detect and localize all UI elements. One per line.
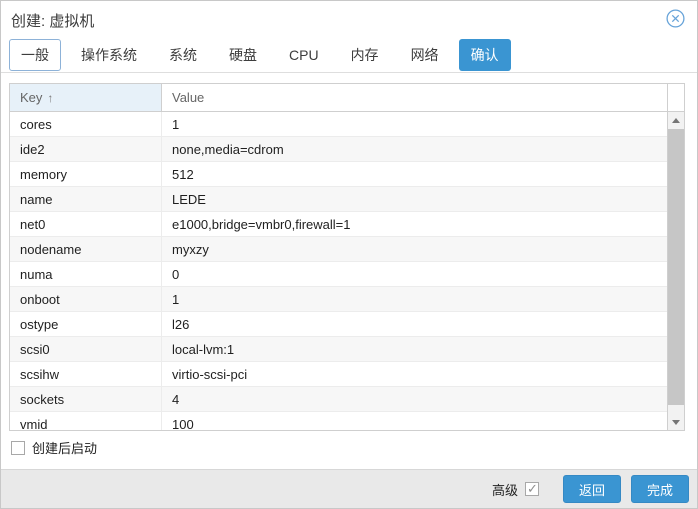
table-row[interactable]: cores 1 <box>10 112 667 137</box>
row-key-cell: net0 <box>10 212 162 236</box>
header-scrollbar-spacer <box>667 84 684 111</box>
row-key-cell: onboot <box>10 287 162 311</box>
dialog-titlebar: 创建: 虚拟机 <box>1 1 697 37</box>
table-row[interactable]: sockets 4 <box>10 387 667 412</box>
table-row[interactable]: vmid 100 <box>10 412 667 430</box>
row-key-cell: vmid <box>10 412 162 430</box>
row-key-cell: memory <box>10 162 162 186</box>
table-row[interactable]: net0 e1000,bridge=vmbr0,firewall=1 <box>10 212 667 237</box>
start-after-created-label: 创建后启动 <box>32 441 98 456</box>
tab-system[interactable]: 系统 <box>157 39 209 71</box>
summary-table: Key ↑ Value cores 1 ide2 none,media=cdrom me… <box>9 83 685 431</box>
scroll-down-button[interactable] <box>668 414 684 430</box>
advanced-option[interactable]: 高级 <box>492 480 539 499</box>
start-after-created-option[interactable]: 创建后启动 <box>11 438 97 457</box>
sort-asc-icon: ↑ <box>47 90 54 105</box>
close-icon <box>666 9 685 28</box>
value-column-header[interactable]: Value <box>162 84 667 111</box>
value-column-label: Value <box>172 90 205 105</box>
table-row[interactable]: ostype l26 <box>10 312 667 337</box>
table-row[interactable]: nodename myxzy <box>10 237 667 262</box>
row-value-cell: LEDE <box>172 191 206 207</box>
row-value-cell: myxzy <box>172 241 209 257</box>
row-key-cell: ide2 <box>10 137 162 161</box>
table-row[interactable]: onboot 1 <box>10 287 667 312</box>
row-value-cell: 1 <box>172 291 180 307</box>
table-row[interactable]: scsihw virtio-scsi-pci <box>10 362 667 387</box>
row-value-cell: local-lvm:1 <box>172 341 235 357</box>
row-key-cell: cores <box>10 112 162 136</box>
tab-bar: 一般 操作系统 系统 硬盘 CPU 内存 网络 确认 <box>9 39 519 71</box>
finish-button[interactable]: 完成 <box>631 475 689 503</box>
tab-confirm[interactable]: 确认 <box>458 39 511 71</box>
row-value-cell: virtio-scsi-pci <box>172 366 248 382</box>
table-header: Key ↑ Value <box>10 84 684 112</box>
tab-general[interactable]: 一般 <box>9 39 61 71</box>
dialog-footer: 高级 返回 完成 <box>1 469 697 508</box>
table-body: cores 1 ide2 none,media=cdrom memory 512 name L… <box>10 112 667 430</box>
start-after-created-checkbox[interactable] <box>11 440 25 455</box>
key-column-label: Key <box>20 90 43 105</box>
row-value-cell: l26 <box>172 316 190 332</box>
table-row[interactable]: ide2 none,media=cdrom <box>10 137 667 162</box>
dialog-title: 创建: 虚拟机 <box>11 13 95 30</box>
row-value-cell: none,media=cdrom <box>172 141 284 157</box>
table-row[interactable]: name LEDE <box>10 187 667 212</box>
tabbar-divider <box>1 72 697 73</box>
row-value-cell: 0 <box>172 266 180 282</box>
row-value-cell: 100 <box>172 416 194 431</box>
close-button[interactable] <box>666 9 685 28</box>
row-key-cell: sockets <box>10 387 162 411</box>
row-key-cell: scsihw <box>10 362 162 386</box>
scroll-up-button[interactable] <box>668 112 684 128</box>
table-row[interactable]: numa 0 <box>10 262 667 287</box>
row-value-cell: 512 <box>172 166 194 182</box>
row-value-cell: 4 <box>172 391 180 407</box>
create-vm-dialog: 创建: 虚拟机 一般 操作系统 系统 硬盘 CPU 内存 网络 确认 Key ↑ Value … <box>0 0 698 509</box>
row-key-cell: name <box>10 187 162 211</box>
tab-memory[interactable]: 内存 <box>339 39 391 71</box>
tab-network[interactable]: 网络 <box>399 39 451 71</box>
advanced-checkbox[interactable] <box>525 481 539 497</box>
row-value-cell: e1000,bridge=vmbr0,firewall=1 <box>172 216 351 232</box>
vertical-scrollbar[interactable] <box>667 112 684 430</box>
advanced-label: 高级 <box>491 482 518 498</box>
tab-harddisk[interactable]: 硬盘 <box>217 39 269 71</box>
back-button[interactable]: 返回 <box>563 475 621 503</box>
tab-os[interactable]: 操作系统 <box>69 39 149 71</box>
table-row[interactable]: scsi0 local-lvm:1 <box>10 337 667 362</box>
row-value-cell: 1 <box>172 116 180 132</box>
row-key-cell: scsi0 <box>10 337 162 361</box>
key-column-header[interactable]: Key ↑ <box>10 84 162 111</box>
row-key-cell: numa <box>10 262 162 286</box>
scrollbar-thumb[interactable] <box>668 129 684 405</box>
tab-cpu[interactable]: CPU <box>277 41 331 69</box>
scroll-up-icon <box>672 117 680 123</box>
scroll-down-icon <box>672 419 680 425</box>
row-key-cell: nodename <box>10 237 162 261</box>
row-key-cell: ostype <box>10 312 162 336</box>
table-row[interactable]: memory 512 <box>10 162 667 187</box>
